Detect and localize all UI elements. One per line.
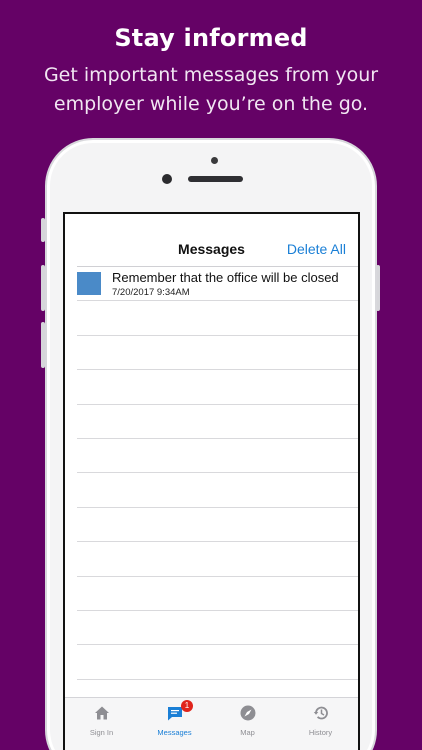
phone-speaker bbox=[188, 176, 243, 182]
message-row[interactable]: Remember that the office will be closed … bbox=[77, 266, 358, 300]
empty-list-row bbox=[77, 334, 358, 369]
home-icon bbox=[95, 706, 109, 720]
empty-list-row bbox=[77, 541, 358, 575]
message-date: 7/20/2017 9:34AM bbox=[112, 287, 190, 298]
phone-sensor bbox=[211, 157, 218, 164]
empty-list-row bbox=[77, 300, 358, 334]
tab-label: Map bbox=[240, 728, 255, 737]
empty-list-row bbox=[77, 437, 358, 472]
tab-label: Sign In bbox=[89, 728, 114, 737]
tab-label: History bbox=[308, 728, 333, 737]
navigation-bar: Messages Delete All bbox=[65, 214, 358, 266]
delete-all-button[interactable]: Delete All bbox=[287, 241, 346, 257]
empty-list-row bbox=[77, 644, 358, 678]
empty-list-row bbox=[77, 403, 358, 438]
empty-list-row bbox=[77, 472, 358, 506]
compass-icon bbox=[240, 705, 256, 721]
promo-subtitle-line-2: employer while you’re on the go. bbox=[53, 93, 369, 115]
empty-list-row bbox=[77, 506, 358, 541]
empty-list-row bbox=[77, 369, 358, 403]
promo-subtitle: Get important messages from your employe… bbox=[20, 61, 402, 119]
promo-subtitle-line-1: Get important messages from your bbox=[43, 64, 379, 86]
history-icon bbox=[313, 706, 328, 720]
message-preview: Remember that the office will be closed bbox=[112, 270, 339, 285]
tab-label: Messages bbox=[157, 728, 192, 737]
app-screen: Messages Delete All Remember that the of… bbox=[63, 212, 360, 750]
tab-history[interactable]: History bbox=[284, 698, 357, 750]
message-thumbnail bbox=[77, 272, 101, 295]
message-list: Remember that the office will be closed … bbox=[77, 266, 358, 713]
tab-map[interactable]: Map bbox=[211, 698, 284, 750]
tab-bar: Sign In 1 Messages Map History bbox=[65, 697, 358, 750]
promo-headline: Stay informed bbox=[114, 24, 308, 52]
tab-sign-in[interactable]: Sign In bbox=[65, 698, 138, 750]
empty-list-row bbox=[77, 575, 358, 610]
front-camera-icon bbox=[162, 174, 172, 184]
tab-messages[interactable]: 1 Messages bbox=[138, 698, 211, 750]
empty-list-row bbox=[77, 609, 358, 644]
unread-count-badge: 1 bbox=[181, 700, 193, 712]
